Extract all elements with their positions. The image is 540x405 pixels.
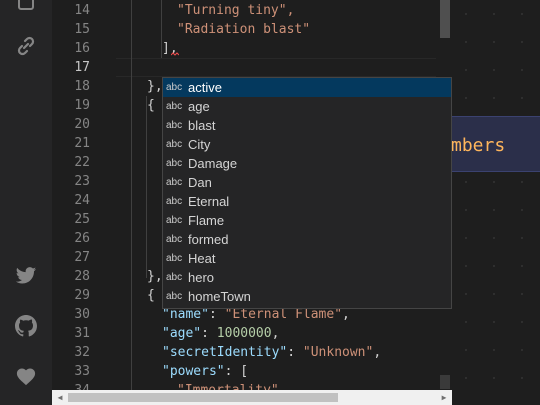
suggestion-item[interactable]: abc Dan [163,173,451,192]
code-line: }, [147,269,163,284]
suggestion-item[interactable]: abc Damage [163,154,451,173]
horizontal-scroll-thumb[interactable] [68,393,338,402]
code-line: "powers": [ [162,364,249,379]
suggestion-item[interactable]: abc hero [163,268,451,287]
line-number: 26 [74,231,90,246]
right-panel [452,0,540,405]
suggestion-item[interactable]: abc Flame [163,211,451,230]
text-kind-icon: abc [166,82,183,93]
suggestion-label: Eternal [188,194,230,209]
code-line: "Turning tiny", [177,3,295,18]
sidebar [0,0,53,405]
text-kind-icon: abc [166,101,183,112]
twitter-icon[interactable] [12,262,40,290]
code-line: "secretIdentity": "Unknown", [162,345,382,360]
suggestion-label: homeTown [188,289,251,304]
members-banner: mbers [451,116,540,172]
suggestion-item-selected[interactable]: abc active [163,78,451,97]
line-number: 19 [74,98,90,113]
suggestion-label: blast [188,118,216,133]
suggestion-label: active [188,80,222,95]
text-kind-icon: abc [166,272,183,283]
line-number: 33 [74,364,90,379]
suggestion-label: Damage [188,156,238,171]
suggestion-item[interactable]: abc formed [163,230,451,249]
line-number: 22 [74,155,90,170]
suggestion-item[interactable]: abc homeTown [163,287,451,306]
code-line: { [147,288,155,303]
banner-text: mbers [451,135,506,156]
text-kind-icon: abc [166,139,183,150]
suggestion-item[interactable]: abc Heat [163,249,451,268]
indent-guide [146,96,147,278]
line-number-active: 17 [74,60,90,75]
text-kind-icon: abc [166,291,183,302]
indent-guide [131,0,132,405]
code-line: "Radiation blast" [177,22,311,37]
text-kind-icon: abc [166,177,183,188]
suggestion-item[interactable]: abc age [163,97,451,116]
line-number: 20 [74,117,90,132]
text-kind-icon: abc [166,234,183,245]
text-kind-icon: abc [166,215,183,226]
line-number: 30 [74,307,90,322]
suggestion-label: formed [188,232,229,247]
text-kind-icon: abc [166,196,183,207]
code-line: { [147,98,155,113]
suggestion-label: age [188,99,210,114]
line-number: 24 [74,193,90,208]
line-number: 15 [74,22,90,37]
line-number: 27 [74,250,90,265]
error-squiggle [171,52,179,56]
line-number: 25 [74,212,90,227]
github-alt-icon[interactable] [12,0,40,18]
line-number: 21 [74,136,90,151]
text-kind-icon: abc [166,253,183,264]
heart-icon[interactable] [12,362,40,390]
text-kind-icon: abc [166,158,183,169]
line-number: 28 [74,269,90,284]
suggestion-label: Heat [188,251,216,266]
line-number: 18 [74,79,90,94]
scroll-right-arrow-icon[interactable]: ▶ [438,391,450,403]
line-number: 14 [74,3,90,18]
line-number: 16 [74,41,90,56]
suggestion-item[interactable]: abc blast [163,116,451,135]
text-kind-icon: abc [166,120,183,131]
vertical-scroll-thumb[interactable] [440,0,450,38]
scroll-overview-marker [440,375,450,389]
suggestion-label: Dan [188,175,212,190]
code-line: "age": 1000000, [162,326,280,341]
line-number: 31 [74,326,90,341]
line-number: 32 [74,345,90,360]
line-number-gutter: 14 15 16 17 18 19 20 21 22 23 24 25 26 2… [52,0,116,405]
dot-grid [452,0,540,405]
scroll-left-arrow-icon[interactable]: ◀ [54,391,66,403]
suggestion-label: Flame [188,213,225,228]
suggestion-item[interactable]: abc City [163,135,451,154]
link-icon[interactable] [12,32,40,60]
line-number: 23 [74,174,90,189]
suggestion-label: hero [188,270,215,285]
line-number: 29 [74,288,90,303]
code-line: }, [147,79,163,94]
suggestion-label: City [188,137,211,152]
suggestion-item[interactable]: abc Eternal [163,192,451,211]
autocomplete-dropdown[interactable]: abc active abc age abc blast abc City abc Dam… [162,77,452,309]
github-icon[interactable] [12,312,40,340]
